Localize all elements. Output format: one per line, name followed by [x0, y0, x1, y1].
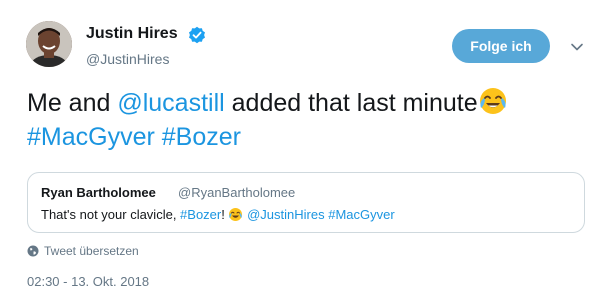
author-handle[interactable]: @JustinHires	[86, 51, 169, 67]
mention-link[interactable]: @JustinHires	[247, 207, 325, 222]
author-avatar[interactable]	[26, 21, 72, 67]
face-with-tears-of-joy-icon	[229, 208, 243, 221]
author-name[interactable]: Justin Hires	[86, 25, 178, 43]
tweet-timestamp[interactable]: 02:30 - 13. Okt. 2018	[27, 274, 149, 289]
quoted-author-handle: @RyanBartholomee	[178, 185, 296, 200]
follow-button[interactable]: Folge ich	[452, 29, 550, 63]
tweet-text: Me and @lucastill added that last minute…	[27, 86, 577, 154]
quoted-author-name: Ryan Bartholomee	[41, 185, 156, 200]
hashtag-link[interactable]: #Bozer	[162, 123, 241, 151]
translate-tweet-link[interactable]: Tweet übersetzen	[27, 244, 139, 258]
hashtag-link[interactable]: #MacGyver	[328, 207, 394, 222]
verified-badge-icon	[189, 26, 205, 44]
mention-link[interactable]: @lucastill	[117, 89, 224, 117]
hashtag-link[interactable]: #MacGyver	[27, 123, 155, 151]
quoted-text-segment: That's not your clavicle,	[41, 207, 181, 222]
chevron-down-icon[interactable]	[570, 40, 584, 54]
tweet-text-segment	[155, 123, 162, 151]
quoted-tweet-text: That's not your clavicle, #Bozer! @Justi…	[41, 207, 395, 222]
face-with-tears-of-joy-icon	[479, 88, 506, 114]
tweet-text-segment: added that last minute	[224, 89, 478, 117]
tweet-header: Justin Hires @JustinHires Folge ich	[0, 0, 592, 80]
tweet-text-segment: Me and	[27, 89, 118, 117]
translate-label[interactable]: Tweet übersetzen	[44, 244, 139, 258]
quoted-text-segment: !	[221, 207, 229, 222]
quoted-tweet[interactable]: Ryan Bartholomee @RyanBartholomee That's…	[27, 172, 585, 233]
hashtag-link[interactable]: #Bozer	[180, 207, 221, 222]
globe-icon	[27, 245, 39, 257]
